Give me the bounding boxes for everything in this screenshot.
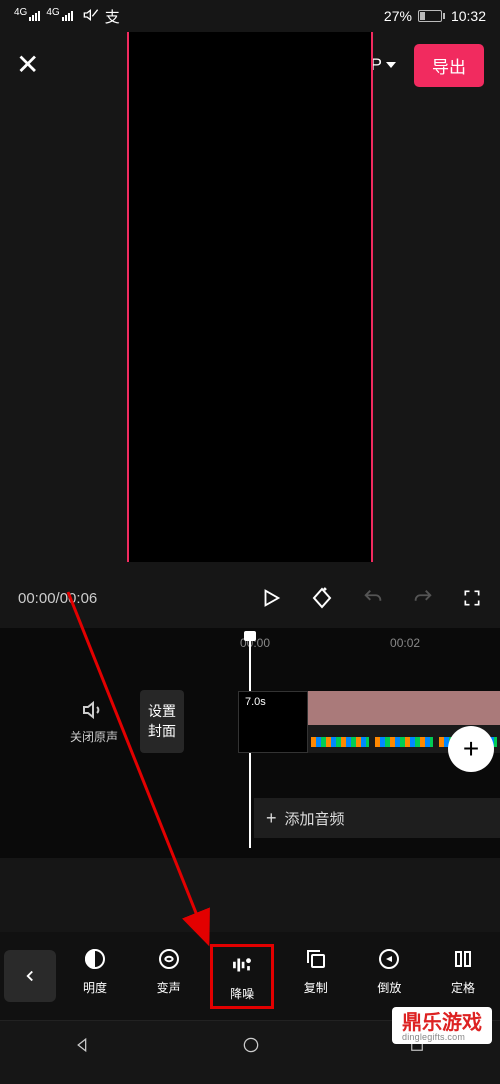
mute-icon (83, 7, 99, 26)
timeline-area[interactable]: 00:00 00:02 关闭原声 设置 封面 7.0s + + (0, 628, 500, 858)
watermark-url: dinglegifts.com (402, 1033, 482, 1042)
status-left: 4G 4G 支 (14, 6, 120, 27)
video-clip[interactable]: 7.0s (238, 691, 308, 753)
spacer (0, 858, 500, 932)
keyframe-button[interactable] (310, 586, 334, 610)
tool-copy-label: 复制 (304, 979, 328, 996)
brightness-icon (83, 945, 107, 973)
alipay-icon: 支 (105, 6, 120, 27)
mute-original-label: 关闭原声 (70, 728, 118, 745)
cover-label-1: 设置 (148, 703, 176, 719)
tool-voice-change-label: 变声 (157, 979, 181, 996)
plus-icon: + (266, 808, 277, 829)
clip-thumbnail[interactable] (372, 691, 436, 753)
tool-noise-reduce[interactable]: 降噪 (211, 945, 273, 1008)
status-bar: 4G 4G 支 27% 10:32 (0, 0, 500, 32)
tool-freeze[interactable]: 定格 (432, 945, 494, 1008)
playback-controls: 00:00/00:06 (0, 568, 500, 628)
tool-noise-reduce-label: 降噪 (230, 985, 254, 1002)
watermark-title: 鼎乐游戏 (402, 1013, 482, 1033)
video-frame[interactable] (127, 32, 373, 562)
tool-voice-change[interactable]: 变声 (138, 945, 200, 1008)
battery-percentage: 27% (384, 8, 412, 24)
tool-copy[interactable]: 复制 (285, 945, 347, 1008)
tool-back-button[interactable] (4, 950, 56, 1002)
play-button[interactable] (260, 587, 282, 609)
video-preview (0, 98, 500, 568)
ruler-mark-1: 00:02 (390, 636, 420, 650)
noise-reduce-icon (229, 951, 255, 979)
clip-duration: 7.0s (245, 696, 266, 708)
network-indicator-1: 4G (14, 7, 27, 18)
current-time: 00:00 (18, 590, 56, 607)
export-button[interactable]: 导出 (414, 44, 484, 87)
close-button[interactable]: ✕ (16, 51, 39, 79)
battery-icon (418, 10, 445, 22)
undo-button[interactable] (362, 587, 384, 609)
add-clip-button[interactable]: + (448, 726, 494, 772)
tool-brightness[interactable]: 明度 (64, 945, 126, 1008)
nav-home[interactable] (241, 1035, 261, 1060)
clock: 10:32 (451, 8, 486, 24)
watermark: 鼎乐游戏 dinglegifts.com (392, 1007, 492, 1044)
mute-original-button[interactable]: 关闭原声 (70, 698, 118, 745)
add-audio-button[interactable]: + 添加音频 (254, 798, 500, 838)
set-cover-button[interactable]: 设置 封面 (140, 690, 184, 753)
copy-icon (304, 945, 328, 973)
tool-reverse[interactable]: 倒放 (358, 945, 420, 1008)
total-time: 00:06 (60, 590, 98, 607)
reverse-icon (377, 945, 401, 973)
tool-reverse-label: 倒放 (377, 979, 401, 996)
add-audio-label: 添加音频 (285, 808, 345, 829)
cover-label-2: 封面 (148, 723, 176, 739)
clip-thumbnail[interactable] (308, 691, 372, 753)
status-right: 27% 10:32 (384, 8, 486, 24)
tool-brightness-label: 明度 (83, 979, 107, 996)
time-display: 00:00/00:06 (18, 590, 97, 607)
voice-change-icon (157, 945, 181, 973)
nav-back[interactable] (74, 1035, 94, 1060)
tool-freeze-label: 定格 (451, 979, 475, 996)
chevron-down-icon (386, 62, 396, 68)
redo-button[interactable] (412, 587, 434, 609)
fullscreen-button[interactable] (462, 588, 482, 608)
network-indicator-2: 4G (46, 7, 59, 18)
freeze-icon (451, 945, 475, 973)
